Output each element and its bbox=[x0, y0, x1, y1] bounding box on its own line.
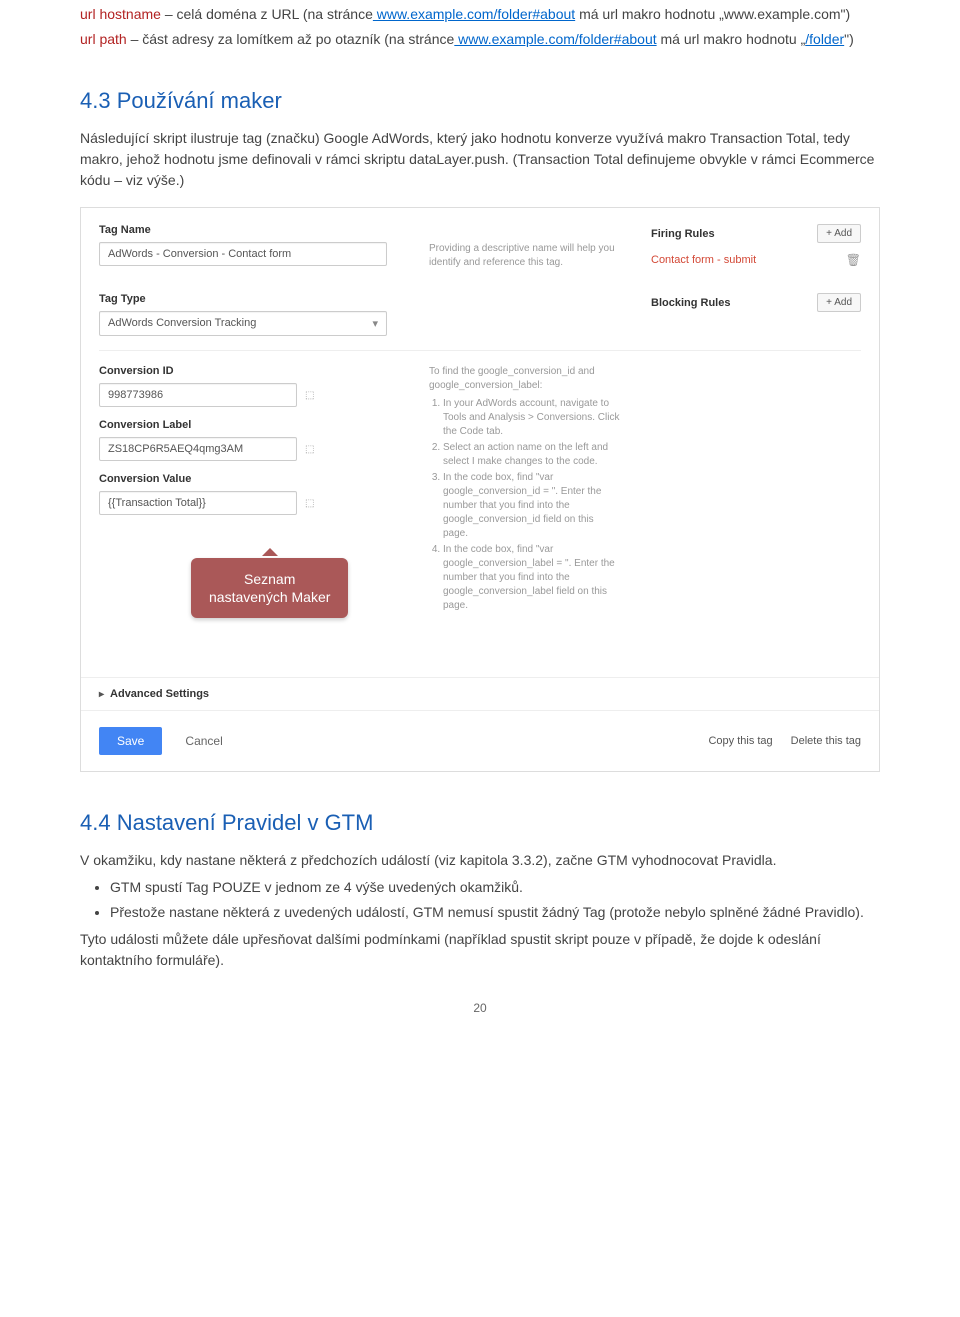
list-item: Přestože nastane některá z uvedených udá… bbox=[110, 902, 880, 923]
blocking-rules-label: Blocking Rules bbox=[651, 297, 730, 309]
firing-rules-add-button[interactable]: + Add bbox=[817, 224, 861, 243]
hostname-desc: url hostname – celá doména z URL (na str… bbox=[80, 4, 880, 25]
save-button[interactable]: Save bbox=[99, 727, 162, 755]
conversion-help-intro: To find the google_conversion_id and goo… bbox=[429, 365, 621, 393]
path-link-1[interactable]: www.example.com/folder#about bbox=[454, 31, 656, 47]
tag-type-select[interactable]: AdWords Conversion Tracking ▾ bbox=[99, 311, 387, 336]
tag-type-label: Tag Type bbox=[99, 293, 399, 305]
hostname-link[interactable]: www.example.com/folder#about bbox=[373, 6, 575, 22]
section-44-heading: 4.4 Nastavení Pravidel v GTM bbox=[80, 810, 880, 836]
conversion-id-label: Conversion ID bbox=[99, 365, 399, 377]
conversion-label-label: Conversion Label bbox=[99, 419, 399, 431]
conversion-value-input[interactable]: {{Transaction Total}} bbox=[99, 491, 297, 515]
delete-tag-button[interactable]: Delete this tag bbox=[791, 735, 861, 747]
conversion-value-label: Conversion Value bbox=[99, 473, 399, 485]
macro-picker-icon[interactable]: ⬚ bbox=[305, 390, 314, 401]
chevron-down-icon: ▾ bbox=[372, 317, 378, 330]
page-number: 20 bbox=[80, 1001, 880, 1015]
section-43-heading: 4.3 Používání maker bbox=[80, 88, 880, 114]
macro-picker-icon[interactable]: ⬚ bbox=[305, 444, 314, 455]
copy-tag-button[interactable]: Copy this tag bbox=[708, 735, 772, 747]
section-43-para: Následující skript ilustruje tag (značku… bbox=[80, 128, 880, 191]
caret-right-icon: ▸ bbox=[99, 689, 104, 700]
path-link-2[interactable]: /folder bbox=[805, 31, 844, 47]
firing-rules-label: Firing Rules bbox=[651, 228, 715, 240]
tag-name-help: Providing a descriptive name will help y… bbox=[429, 242, 621, 270]
conversion-label-input[interactable]: ZS18CP6R5AEQ4qmg3AM bbox=[99, 437, 297, 461]
tag-name-input[interactable]: AdWords - Conversion - Contact form bbox=[99, 242, 387, 266]
tag-name-label: Tag Name bbox=[99, 224, 399, 236]
callout-box: Seznam nastavených Maker bbox=[191, 558, 348, 618]
path-label: url path bbox=[80, 31, 127, 47]
blocking-rules-add-button[interactable]: + Add bbox=[817, 293, 861, 312]
gtm-tag-screenshot: Tag Name AdWords - Conversion - Contact … bbox=[80, 207, 880, 772]
conversion-id-input[interactable]: 998773986 bbox=[99, 383, 297, 407]
section-44-p2: Tyto události můžete dále upřesňovat dal… bbox=[80, 929, 880, 971]
trash-icon[interactable]: 🗑 bbox=[846, 253, 861, 267]
firing-rule-item[interactable]: Contact form - submit bbox=[651, 254, 756, 266]
list-item: GTM spustí Tag POUZE v jednom ze 4 výše … bbox=[110, 877, 880, 898]
section-44-bullets: GTM spustí Tag POUZE v jednom ze 4 výše … bbox=[110, 877, 880, 923]
conversion-help-steps: In your AdWords account, navigate to Too… bbox=[429, 397, 621, 613]
macro-picker-icon[interactable]: ⬚ bbox=[305, 498, 314, 509]
section-44-p1: V okamžiku, kdy nastane některá z předch… bbox=[80, 850, 880, 871]
advanced-settings-toggle[interactable]: ▸Advanced Settings bbox=[81, 677, 879, 711]
cancel-button[interactable]: Cancel bbox=[185, 734, 222, 748]
path-desc: url path – část adresy za lomítkem až po… bbox=[80, 29, 880, 50]
hostname-label: url hostname bbox=[80, 6, 161, 22]
